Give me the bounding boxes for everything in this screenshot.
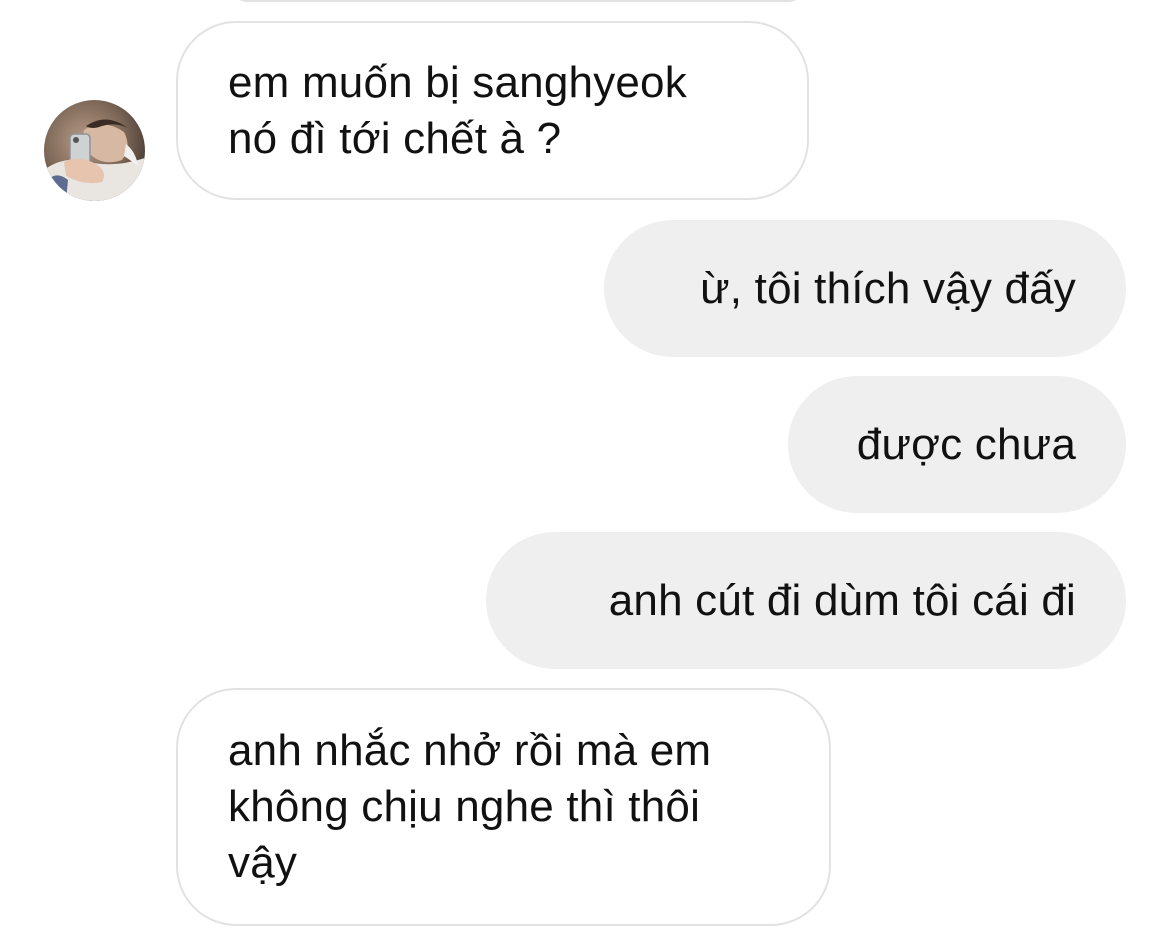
outgoing-message-text: anh cút đi dùm tôi cái đi [608, 575, 1076, 625]
avatar-photo-image [44, 100, 145, 201]
incoming-message-bubble[interactable]: anh nhắc nhở rồi mà em không chịu nghe t… [176, 688, 831, 926]
outgoing-message-text: ừ, tôi thích vậy đấy [700, 263, 1076, 313]
previous-message-bubble-edge [230, 0, 806, 2]
contact-avatar[interactable] [44, 100, 145, 201]
incoming-message-text: anh nhắc nhở rồi mà em không chịu nghe t… [228, 726, 712, 887]
outgoing-message-bubble[interactable]: được chưa [788, 376, 1126, 513]
outgoing-message-bubble[interactable]: anh cút đi dùm tôi cái đi [486, 532, 1126, 669]
outgoing-message-bubble[interactable]: ừ, tôi thích vậy đấy [604, 220, 1126, 357]
outgoing-message-text: được chưa [856, 419, 1076, 469]
incoming-message-text: em muốn bị sanghyeok nó đì tới chết à ? [228, 57, 687, 163]
incoming-message-bubble[interactable]: em muốn bị sanghyeok nó đì tới chết à ? [176, 21, 809, 200]
